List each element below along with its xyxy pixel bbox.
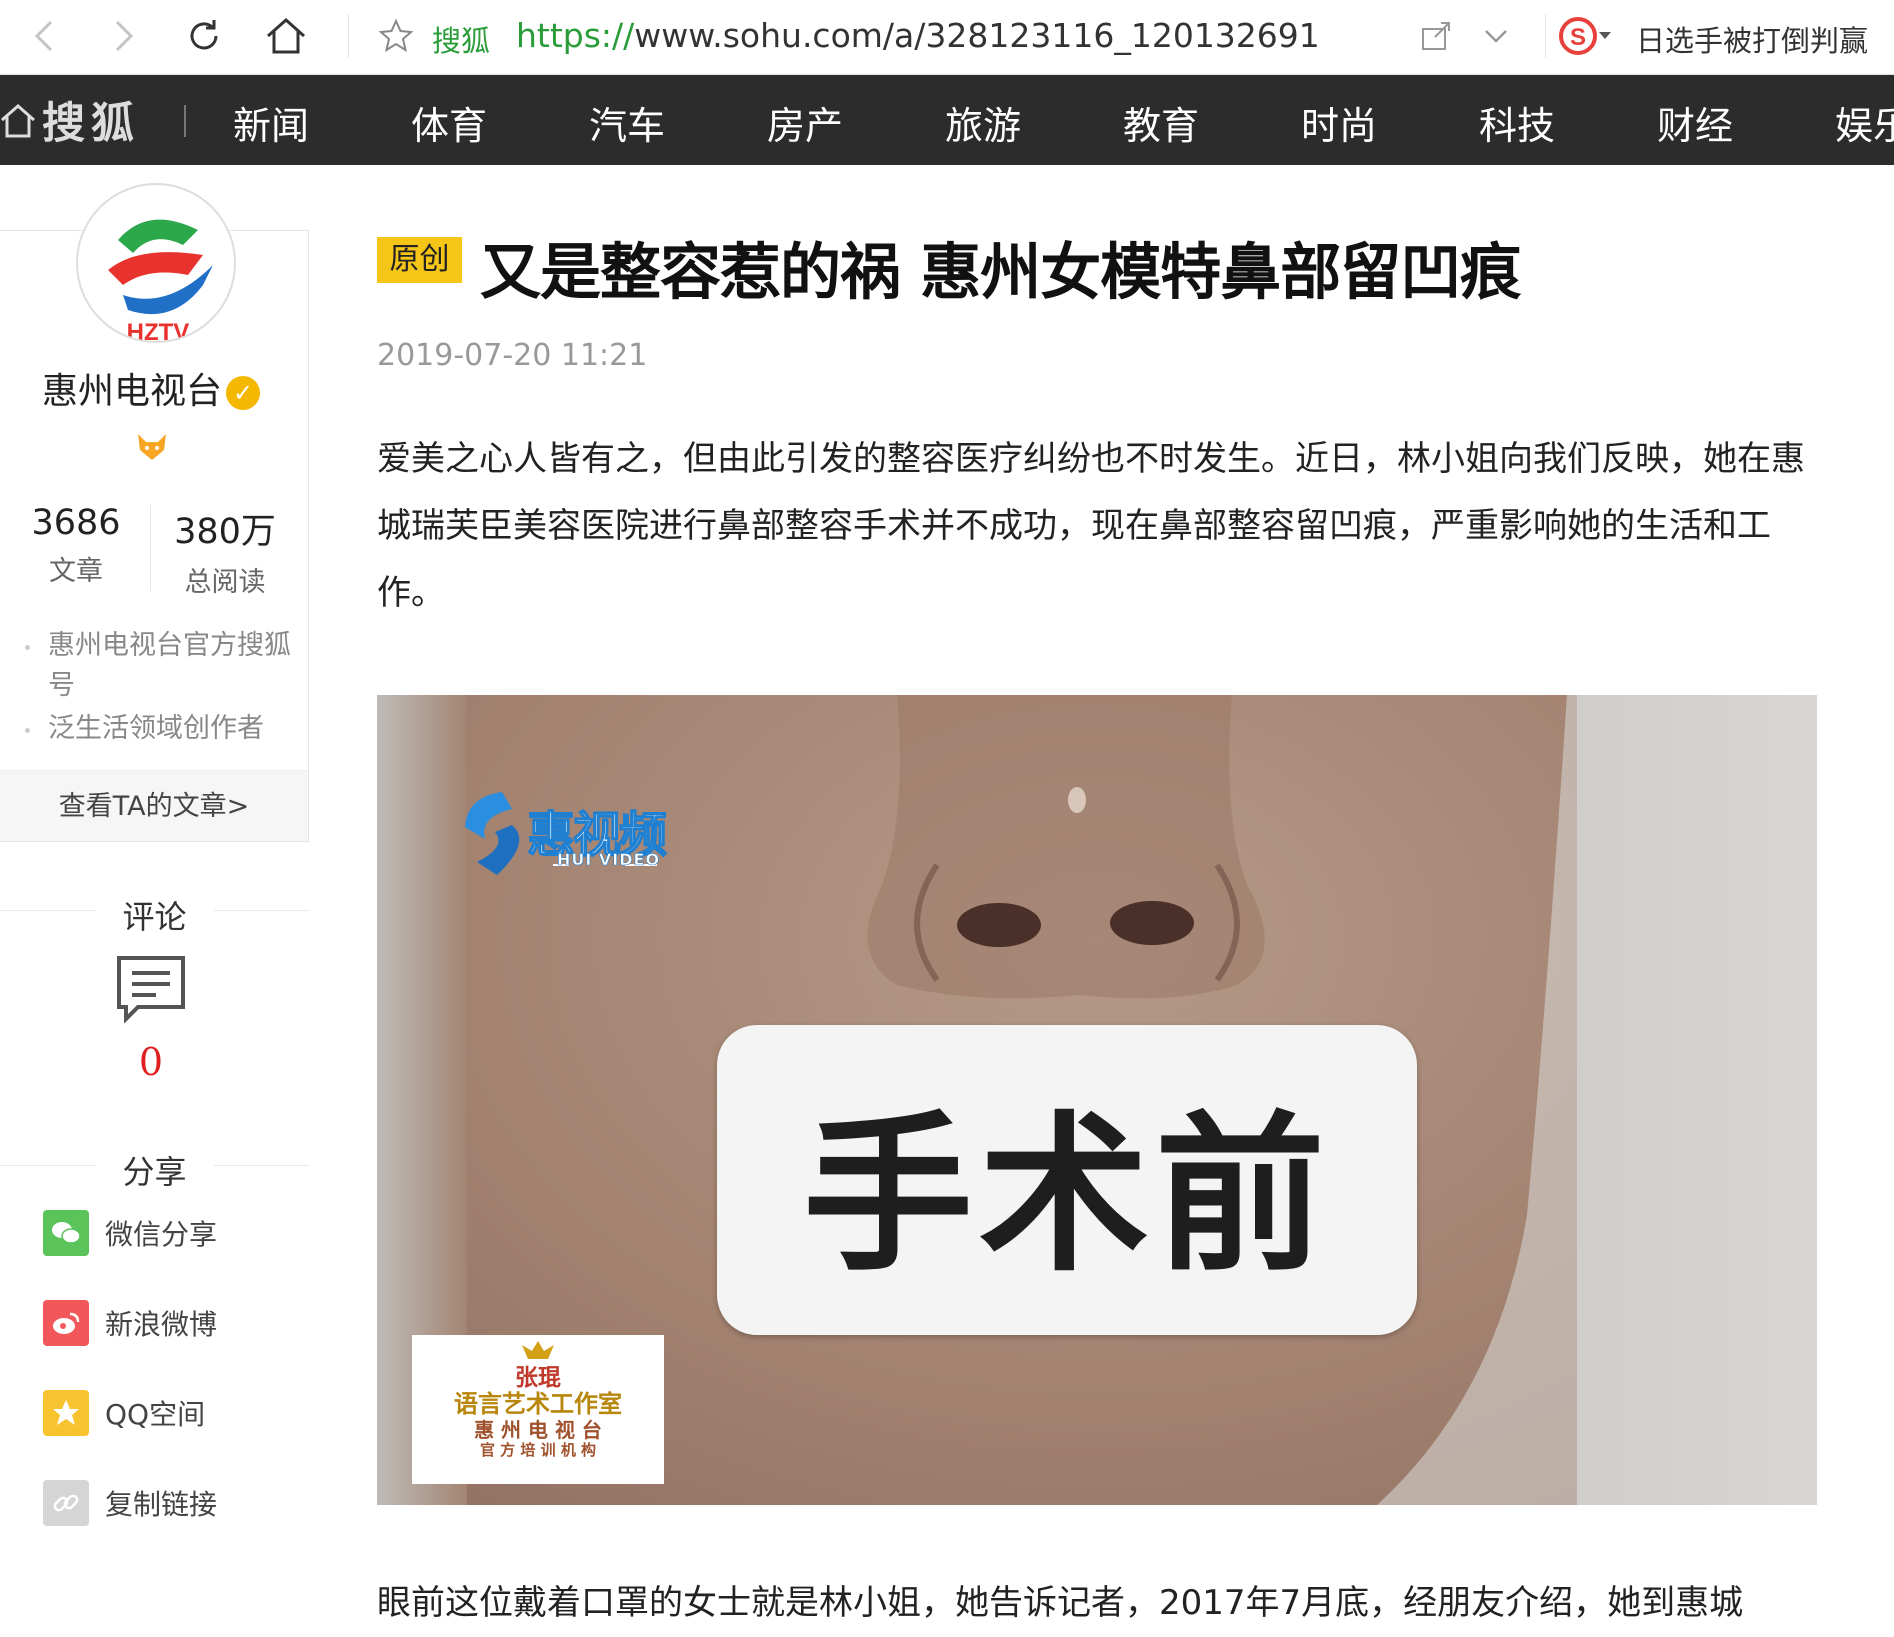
nav-item-entertainment[interactable]: 娱乐: [1835, 95, 1894, 150]
link-icon: [43, 1480, 89, 1526]
search-suggestion[interactable]: 日选手被打倒判赢: [1636, 18, 1868, 60]
comment-count[interactable]: 0: [0, 1040, 302, 1084]
nav-item-education[interactable]: 教育: [1123, 95, 1199, 150]
url-path: www.sohu.com/a/328123116_120132691: [634, 16, 1320, 55]
home-icon[interactable]: [262, 12, 310, 60]
browser-toolbar: 搜狐 https://www.sohu.com/a/328123116_1201…: [0, 0, 1894, 75]
nav-item-fashion[interactable]: 时尚: [1301, 95, 1377, 150]
comment-section-title: 评论: [122, 898, 187, 936]
nav-item-tech[interactable]: 科技: [1479, 95, 1555, 150]
comment-icon[interactable]: [116, 955, 186, 1027]
author-name[interactable]: 惠州电视台 ✓: [42, 362, 261, 414]
read-count-stat: 380万 总阅读: [170, 503, 280, 599]
sohu-logo[interactable]: 搜狐: [0, 93, 140, 149]
read-count-label: 总阅读: [184, 567, 266, 598]
bookmark-star-icon[interactable]: [372, 12, 420, 60]
tag-bullet: [25, 645, 30, 650]
nav-item-auto[interactable]: 汽车: [589, 95, 665, 150]
copy-link-button[interactable]: 复制链接: [43, 1480, 217, 1526]
forward-icon[interactable]: [100, 12, 148, 60]
back-icon[interactable]: [20, 12, 68, 60]
share-page-icon[interactable]: [1412, 12, 1460, 60]
share-qzone-button[interactable]: QQ空间: [43, 1390, 205, 1436]
author-avatar[interactable]: HZTV: [76, 183, 236, 343]
studio-line: 张琨: [515, 1365, 561, 1391]
site-nav-bar: 搜狐 新闻 体育 汽车 房产 旅游 教育 时尚 科技 财经 娱乐: [0, 75, 1894, 165]
verified-icon: ✓: [226, 376, 261, 410]
reload-icon[interactable]: [180, 12, 228, 60]
nav-item-sports[interactable]: 体育: [411, 95, 487, 150]
article-count-label: 文章: [49, 556, 103, 587]
search-engine-dropdown-icon[interactable]: [1590, 12, 1620, 60]
view-author-articles-link[interactable]: 查看TA的文章>: [0, 770, 308, 841]
stat-divider: [150, 505, 151, 591]
studio-emblem-icon: [522, 1341, 554, 1359]
studio-line: 惠 州 电 视 台: [474, 1418, 602, 1443]
home-outline-icon: [1, 104, 35, 138]
watermark-subtitle: HUI VIDEO: [557, 850, 661, 870]
weibo-icon: [43, 1300, 89, 1346]
sign-text: 手术前: [802, 1097, 1331, 1295]
before-surgery-sign: 手术前: [717, 1025, 1417, 1335]
original-badge: 原创: [377, 237, 462, 283]
wechat-icon: [43, 1210, 89, 1256]
fox-badge-icon: [134, 432, 170, 466]
author-name-text: 惠州电视台: [42, 371, 223, 412]
nav-item-news[interactable]: 新闻: [233, 95, 309, 150]
share-qzone-label: QQ空间: [105, 1398, 206, 1431]
logo-text: 搜狐: [42, 99, 140, 149]
article-title: 又是整容惹的祸 惠州女模特鼻部留凹痕: [480, 237, 1521, 308]
share-wechat-button[interactable]: 微信分享: [43, 1210, 217, 1256]
studio-watermark: 张琨 语言艺术工作室 惠 州 电 视 台 官 方 培 训 机 构: [412, 1335, 664, 1484]
studio-line: 语言艺术工作室: [454, 1390, 622, 1419]
nav-divider: [184, 105, 186, 137]
share-wechat-label: 微信分享: [105, 1218, 218, 1251]
svg-text:S: S: [1570, 24, 1586, 51]
copy-link-label: 复制链接: [105, 1488, 218, 1521]
toolbar-divider: [1545, 14, 1546, 58]
toolbar-divider: [348, 14, 349, 58]
article-count-stat: 3686 文章: [28, 503, 124, 588]
author-tag-domain: 泛生活领域创作者: [48, 713, 264, 744]
share-weibo-label: 新浪微博: [105, 1308, 218, 1341]
share-weibo-button[interactable]: 新浪微博: [43, 1300, 217, 1346]
article-paragraph: 爱美之心人皆有之，但由此引发的整容医疗纠纷也不时发生。近日，林小姐向我们反映，她…: [377, 439, 1805, 613]
author-tag-official: 惠州电视台官方搜狐号: [48, 630, 291, 701]
site-name-label: 搜狐: [432, 24, 491, 58]
qzone-icon: [43, 1390, 89, 1436]
tag-bullet: [25, 728, 30, 733]
article-count: 3686: [31, 503, 121, 543]
article-photo[interactable]: 惠视频 HUI VIDEO 手术前 张琨 语言艺术工作室 惠 州 电 视 台 官…: [377, 695, 1817, 1505]
read-count: 380万: [174, 512, 276, 552]
chevron-down-icon[interactable]: [1472, 12, 1520, 60]
article-date: 2019-07-20 11:21: [377, 338, 648, 373]
address-bar[interactable]: https://www.sohu.com/a/328123116_1201326…: [516, 16, 1320, 55]
nav-item-realestate[interactable]: 房产: [767, 95, 843, 150]
nav-item-finance[interactable]: 财经: [1657, 95, 1733, 150]
studio-line: 官 方 培 训 机 构: [479, 1441, 597, 1460]
nav-item-travel[interactable]: 旅游: [945, 95, 1021, 150]
url-protocol: https://: [516, 16, 635, 55]
share-section-title: 分享: [122, 1153, 187, 1191]
